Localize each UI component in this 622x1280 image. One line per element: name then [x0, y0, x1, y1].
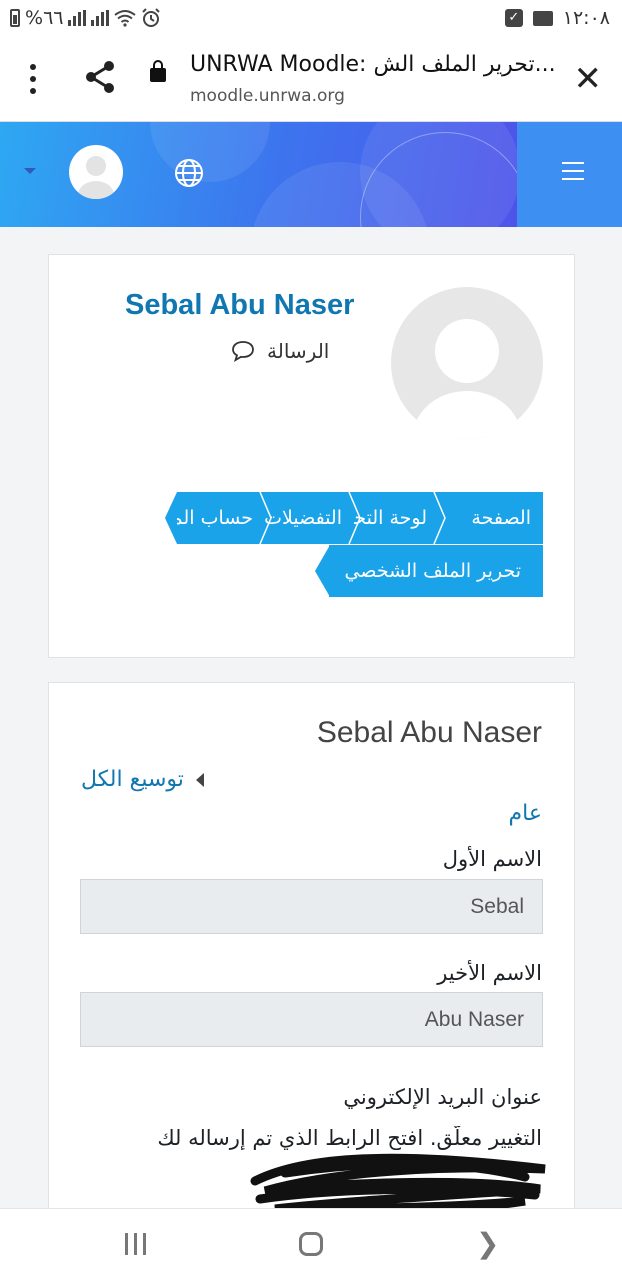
last-name-field[interactable]: Abu Naser	[80, 992, 543, 1047]
more-vert-icon[interactable]	[30, 64, 36, 94]
status-bar: %٦٦ ✓ ١٢:٠٨	[0, 0, 622, 38]
caret-down-icon[interactable]	[24, 168, 36, 174]
expand-all-label: توسيع الكل	[81, 767, 184, 792]
expand-all-link[interactable]: توسيع الكل	[81, 767, 204, 792]
email-label: عنوان البريد الإلكتروني	[343, 1085, 542, 1109]
wifi-icon	[114, 10, 137, 27]
close-icon[interactable]: ✕	[574, 62, 603, 96]
back-icon[interactable]: ❯	[476, 1230, 499, 1258]
breadcrumb-separator-icon	[348, 492, 361, 544]
signal-icon	[68, 10, 87, 26]
status-left: %٦٦	[10, 7, 161, 29]
folder-icon	[532, 10, 553, 26]
breadcrumb-label: لوحة التحكم	[354, 507, 427, 529]
edit-profile-card: Sebal Abu Naser توسيع الكل عام الاسم الأ…	[48, 682, 575, 1242]
breadcrumb-label: الصفحة	[471, 507, 531, 529]
share-icon[interactable]	[84, 60, 116, 94]
breadcrumb-label: التفضيلات	[265, 507, 342, 529]
lock-icon	[150, 60, 166, 82]
page-url[interactable]: moodle.unrwa.org	[190, 86, 345, 106]
profile-picture	[391, 287, 543, 439]
breadcrumb-separator-icon	[259, 492, 272, 544]
chat-bubble-icon	[232, 341, 254, 362]
alarm-icon	[142, 8, 161, 27]
battery-icon	[10, 9, 20, 27]
globe-icon[interactable]	[174, 158, 204, 188]
breadcrumb-dashboard[interactable]: لوحة التحكم	[354, 492, 439, 544]
breadcrumb-label: تحرير الملف الشخصي	[344, 560, 522, 582]
profile-name[interactable]: Sebal Abu Naser	[125, 289, 354, 322]
recent-apps-icon[interactable]	[125, 1233, 146, 1255]
signal-icon-2	[91, 10, 110, 26]
last-name-label: الاسم الأخير	[437, 961, 542, 985]
status-right: ✓ ١٢:٠٨	[504, 7, 610, 29]
site-navbar	[0, 122, 622, 227]
message-label: الرسالة	[267, 339, 330, 363]
breadcrumb-edit-profile[interactable]: تحرير الملف الشخصي	[329, 545, 543, 597]
profile-header-card: Sebal Abu Naser الرسالة الصفحة لوحة التح…	[48, 254, 575, 658]
first-name-field[interactable]: Sebal	[80, 879, 543, 934]
section-general-header[interactable]: عام	[509, 801, 542, 826]
breadcrumb-preferences[interactable]: التفضيلات	[265, 492, 354, 544]
breadcrumb-label: حساب المستخدم	[177, 507, 253, 529]
email-pending-note: التغيير معلّق. افتح الرابط الذي تم إرسال…	[157, 1126, 542, 1150]
battery-percent: %٦٦	[25, 7, 64, 29]
page-title[interactable]: UNRWA Moodle: تحرير الملف الش...	[190, 52, 560, 77]
breadcrumb-separator-icon	[433, 492, 446, 544]
home-icon[interactable]	[299, 1232, 323, 1256]
collapse-caret-icon	[195, 772, 204, 787]
browser-toolbar: UNRWA Moodle: تحرير الملف الش... moodle.…	[0, 38, 622, 122]
first-name-label: الاسم الأول	[442, 847, 542, 871]
message-link[interactable]: الرسالة	[231, 339, 329, 363]
breadcrumb-home[interactable]: الصفحة	[439, 492, 543, 544]
user-avatar-icon[interactable]	[69, 145, 123, 199]
form-heading: Sebal Abu Naser	[316, 716, 542, 749]
breadcrumb-separator-icon	[315, 545, 330, 597]
checkbox-notification-icon: ✓	[504, 9, 523, 27]
android-navigation-bar: ❯	[0, 1208, 622, 1280]
breadcrumb-user-account[interactable]: حساب المستخدم	[177, 492, 265, 544]
clock: ١٢:٠٨	[562, 7, 610, 29]
breadcrumb-separator-icon	[165, 492, 177, 544]
hamburger-icon[interactable]	[562, 162, 584, 180]
